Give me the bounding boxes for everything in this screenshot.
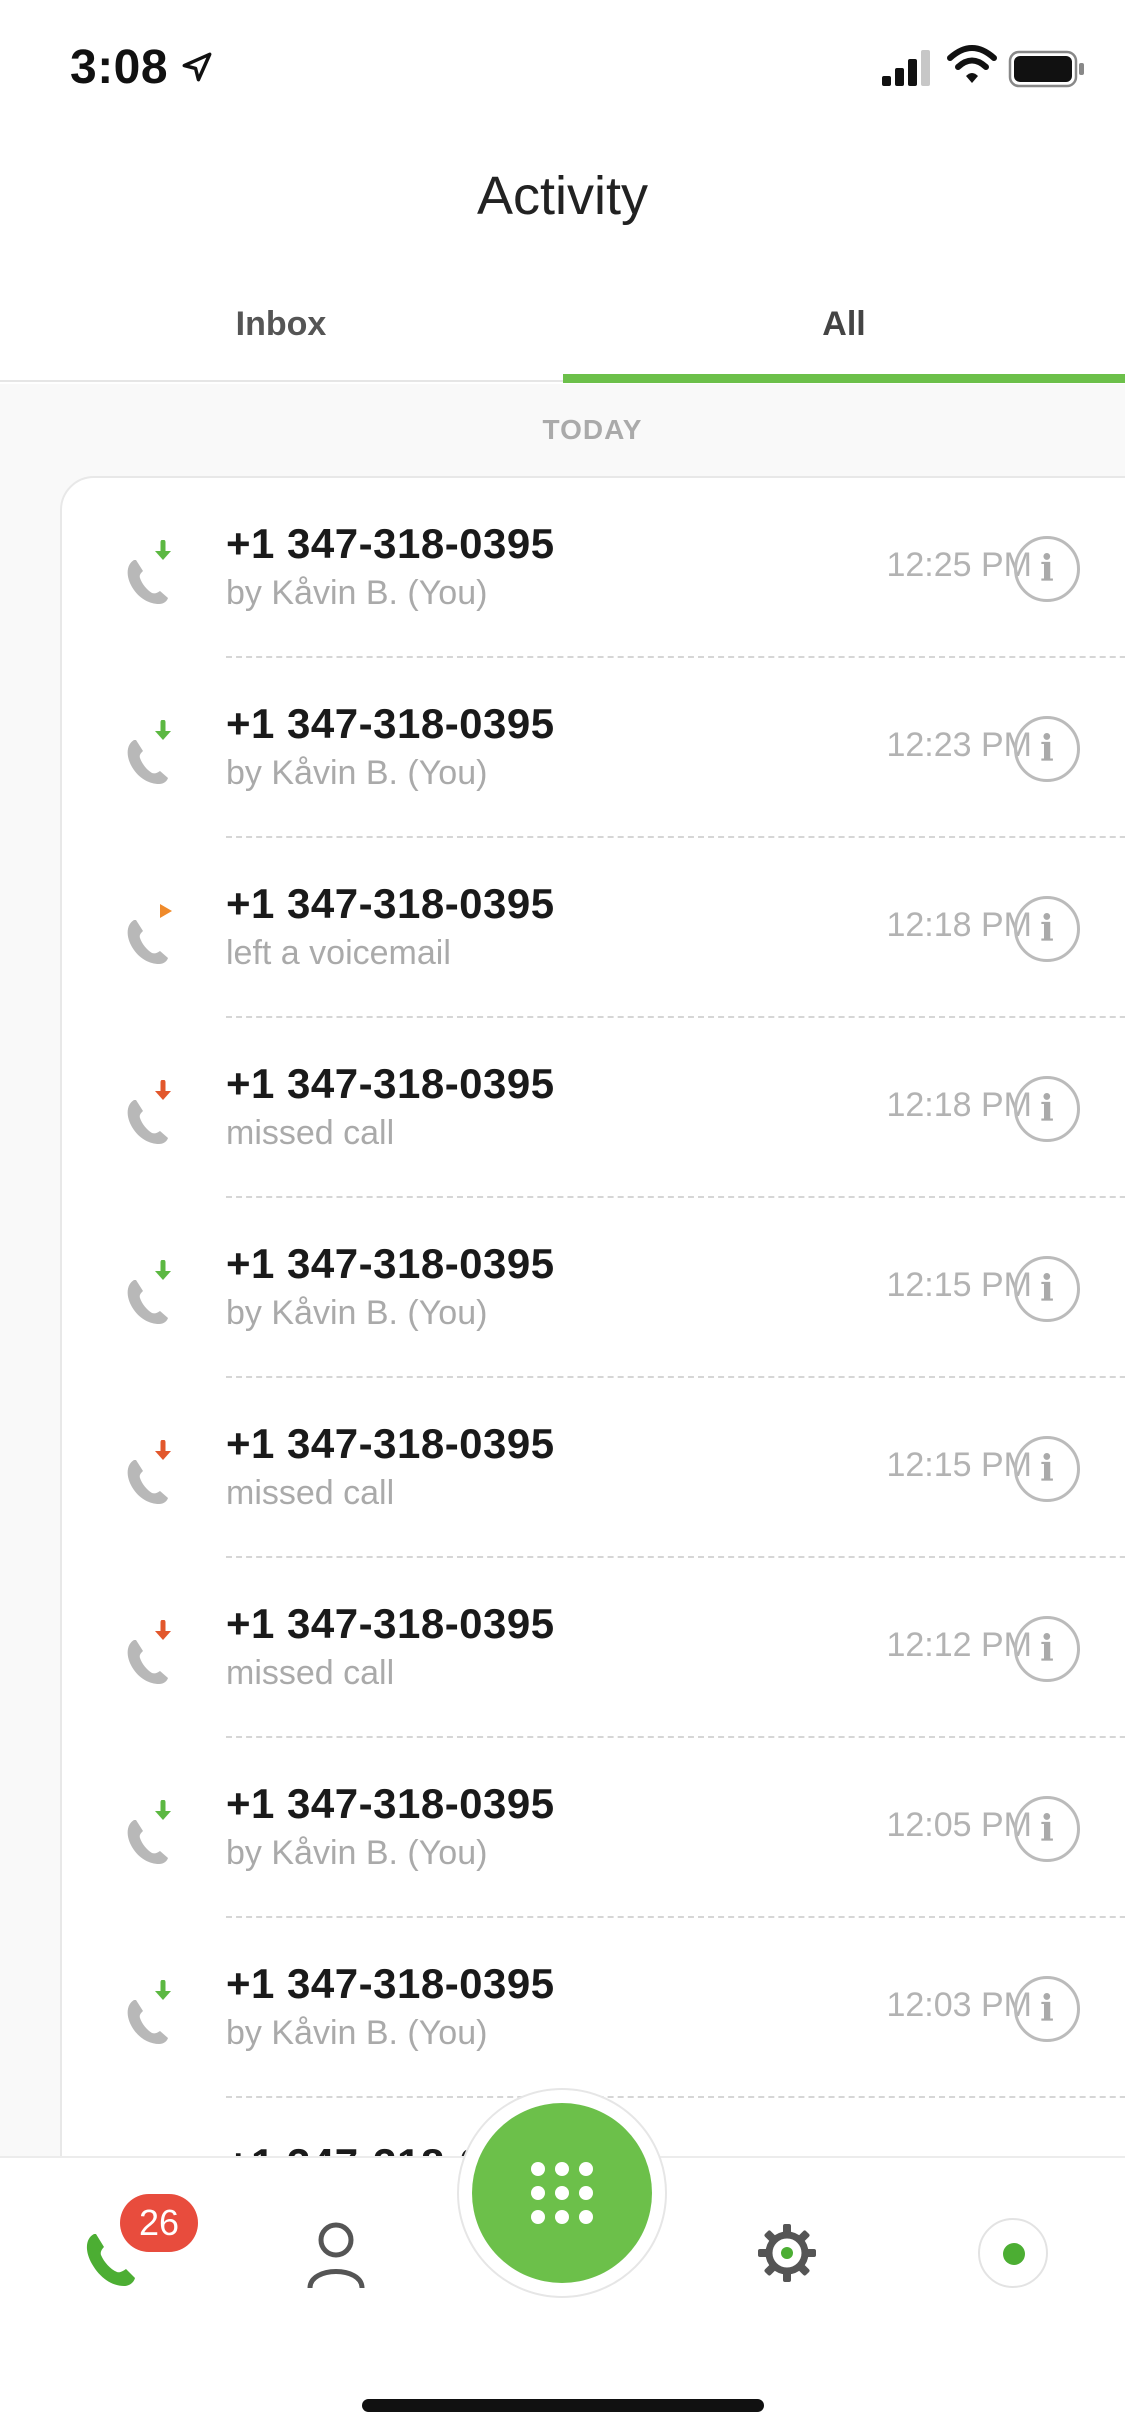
contact-icon[interactable] bbox=[306, 2220, 366, 2290]
missed-call-icon bbox=[127, 1080, 171, 1144]
info-button[interactable]: i bbox=[1014, 1436, 1080, 1502]
info-button[interactable]: i bbox=[1014, 716, 1080, 782]
call-detail: by Kåvin B. (You) bbox=[226, 1834, 488, 1872]
status-bar: 3:08 bbox=[0, 0, 1125, 132]
info-button[interactable]: i bbox=[1014, 1076, 1080, 1142]
home-indicator bbox=[362, 2399, 764, 2412]
call-time: 12:12 PM bbox=[886, 1626, 1032, 1664]
call-number: +1 347-318-0395 bbox=[226, 1240, 555, 1287]
info-button[interactable]: i bbox=[1014, 536, 1080, 602]
info-icon: i bbox=[1040, 728, 1054, 770]
call-detail: left a voicemail bbox=[226, 934, 451, 972]
call-number: +1 347-318-0395 bbox=[226, 1600, 555, 1647]
voicemail-call-icon bbox=[127, 904, 172, 964]
tab-selected-indicator bbox=[563, 374, 1125, 383]
call-row[interactable]: +1 347-318-0395 by Kåvin B. (You) 12:23 PM… bbox=[62, 658, 1125, 838]
info-icon: i bbox=[1040, 1808, 1054, 1850]
wifi-icon bbox=[947, 45, 997, 83]
call-row[interactable]: +1 347-318-0395 missed call 12:15 PM i bbox=[62, 1378, 1125, 1558]
tab-inbox[interactable]: Inbox bbox=[0, 282, 562, 382]
activity-list[interactable]: TODAY +1 347-318-0395 by Kåvin B. (You) 12… bbox=[0, 384, 1125, 2156]
info-icon: i bbox=[1040, 548, 1054, 590]
call-number: +1 347-318-0395 bbox=[226, 1420, 555, 1467]
calls-card: +1 347-318-0395 by Kåvin B. (You) 12:25 PM… bbox=[60, 476, 1125, 2156]
call-time: 12:03 PM bbox=[886, 1986, 1032, 2024]
call-number: +1 347-318-0395 bbox=[226, 1960, 555, 2007]
info-icon: i bbox=[1040, 1448, 1054, 1490]
tab-all[interactable]: All bbox=[563, 282, 1125, 382]
info-icon: i bbox=[1040, 1268, 1054, 1310]
incoming-call-icon bbox=[127, 1800, 171, 1864]
call-number: +1 347-318-0395 bbox=[226, 1780, 555, 1827]
dialpad-icon bbox=[531, 2162, 593, 2224]
call-row[interactable]: +1 347-318-0395 left a voicemail 12:18 PM i bbox=[62, 838, 1125, 1018]
info-icon: i bbox=[1040, 1628, 1054, 1670]
calls-badge: 26 bbox=[120, 2194, 198, 2252]
tab-bar: Inbox All bbox=[0, 282, 1125, 383]
missed-call-icon bbox=[127, 1440, 171, 1504]
call-row[interactable]: +1 347-318-0395 by Kåvin B. (You) 12:15 PM… bbox=[62, 1198, 1125, 1378]
battery-icon bbox=[1008, 50, 1084, 88]
call-time: 12:18 PM bbox=[886, 1086, 1032, 1124]
call-detail: by Kåvin B. (You) bbox=[226, 574, 488, 612]
info-button[interactable]: i bbox=[1014, 1616, 1080, 1682]
call-row[interactable]: +1 347-318-0395 by Kåvin B. (You) 12:03 PM… bbox=[62, 1918, 1125, 2098]
call-number: +1 347-318-0395 bbox=[226, 880, 555, 927]
call-detail: by Kåvin B. (You) bbox=[226, 1294, 488, 1332]
call-row[interactable]: +1 347-318-0395 by Kåvin B. (You) 12:05 PM… bbox=[62, 1738, 1125, 1918]
call-number: +1 347-318-0395 bbox=[226, 1060, 555, 1107]
info-icon: i bbox=[1040, 908, 1054, 950]
call-detail: by Kåvin B. (You) bbox=[226, 2014, 488, 2052]
call-time: 12:15 PM bbox=[886, 1446, 1032, 1484]
call-time: 12:25 PM bbox=[886, 546, 1032, 584]
info-button[interactable]: i bbox=[1014, 1796, 1080, 1862]
call-row[interactable]: +1 347-318-0395 missed call 12:12 PM i bbox=[62, 1558, 1125, 1738]
bottom-nav: 26 bbox=[0, 2088, 1125, 2436]
gear-icon[interactable] bbox=[756, 2222, 818, 2284]
missed-call-icon bbox=[127, 1620, 171, 1684]
call-detail: by Kåvin B. (You) bbox=[226, 754, 488, 792]
call-number: +1 347-318-0395 bbox=[226, 520, 555, 567]
call-detail: missed call bbox=[226, 1474, 395, 1512]
call-time: 12:05 PM bbox=[886, 1806, 1032, 1844]
call-detail: missed call bbox=[226, 1654, 395, 1692]
cellular-signal-icon bbox=[882, 50, 930, 86]
call-time: 12:15 PM bbox=[886, 1266, 1032, 1304]
page-title: Activity bbox=[476, 166, 649, 226]
status-dot-icon[interactable] bbox=[978, 2218, 1048, 2288]
info-button[interactable]: i bbox=[1014, 1256, 1080, 1322]
incoming-call-icon bbox=[127, 1260, 171, 1324]
incoming-call-icon bbox=[127, 720, 171, 784]
info-button[interactable]: i bbox=[1014, 1976, 1080, 2042]
call-number: +1 347-318-0395 bbox=[226, 700, 555, 747]
call-row[interactable]: +1 347-318-0395 by Kåvin B. (You) 12:25 PM… bbox=[62, 478, 1125, 658]
incoming-call-icon bbox=[127, 1980, 171, 2044]
call-row[interactable]: +1 347-318-0395 missed call 12:18 PM i bbox=[62, 1018, 1125, 1198]
info-icon: i bbox=[1040, 1988, 1054, 2030]
call-detail: missed call bbox=[226, 1114, 395, 1152]
call-time: 12:18 PM bbox=[886, 906, 1032, 944]
location-arrow-icon bbox=[182, 52, 212, 82]
section-header-today: TODAY bbox=[542, 414, 643, 445]
info-icon: i bbox=[1040, 1088, 1054, 1130]
incoming-call-icon bbox=[127, 540, 171, 604]
call-time: 12:23 PM bbox=[886, 726, 1032, 764]
status-time: 3:08 bbox=[70, 41, 169, 94]
availability-dot bbox=[1003, 2243, 1025, 2265]
info-button[interactable]: i bbox=[1014, 896, 1080, 962]
